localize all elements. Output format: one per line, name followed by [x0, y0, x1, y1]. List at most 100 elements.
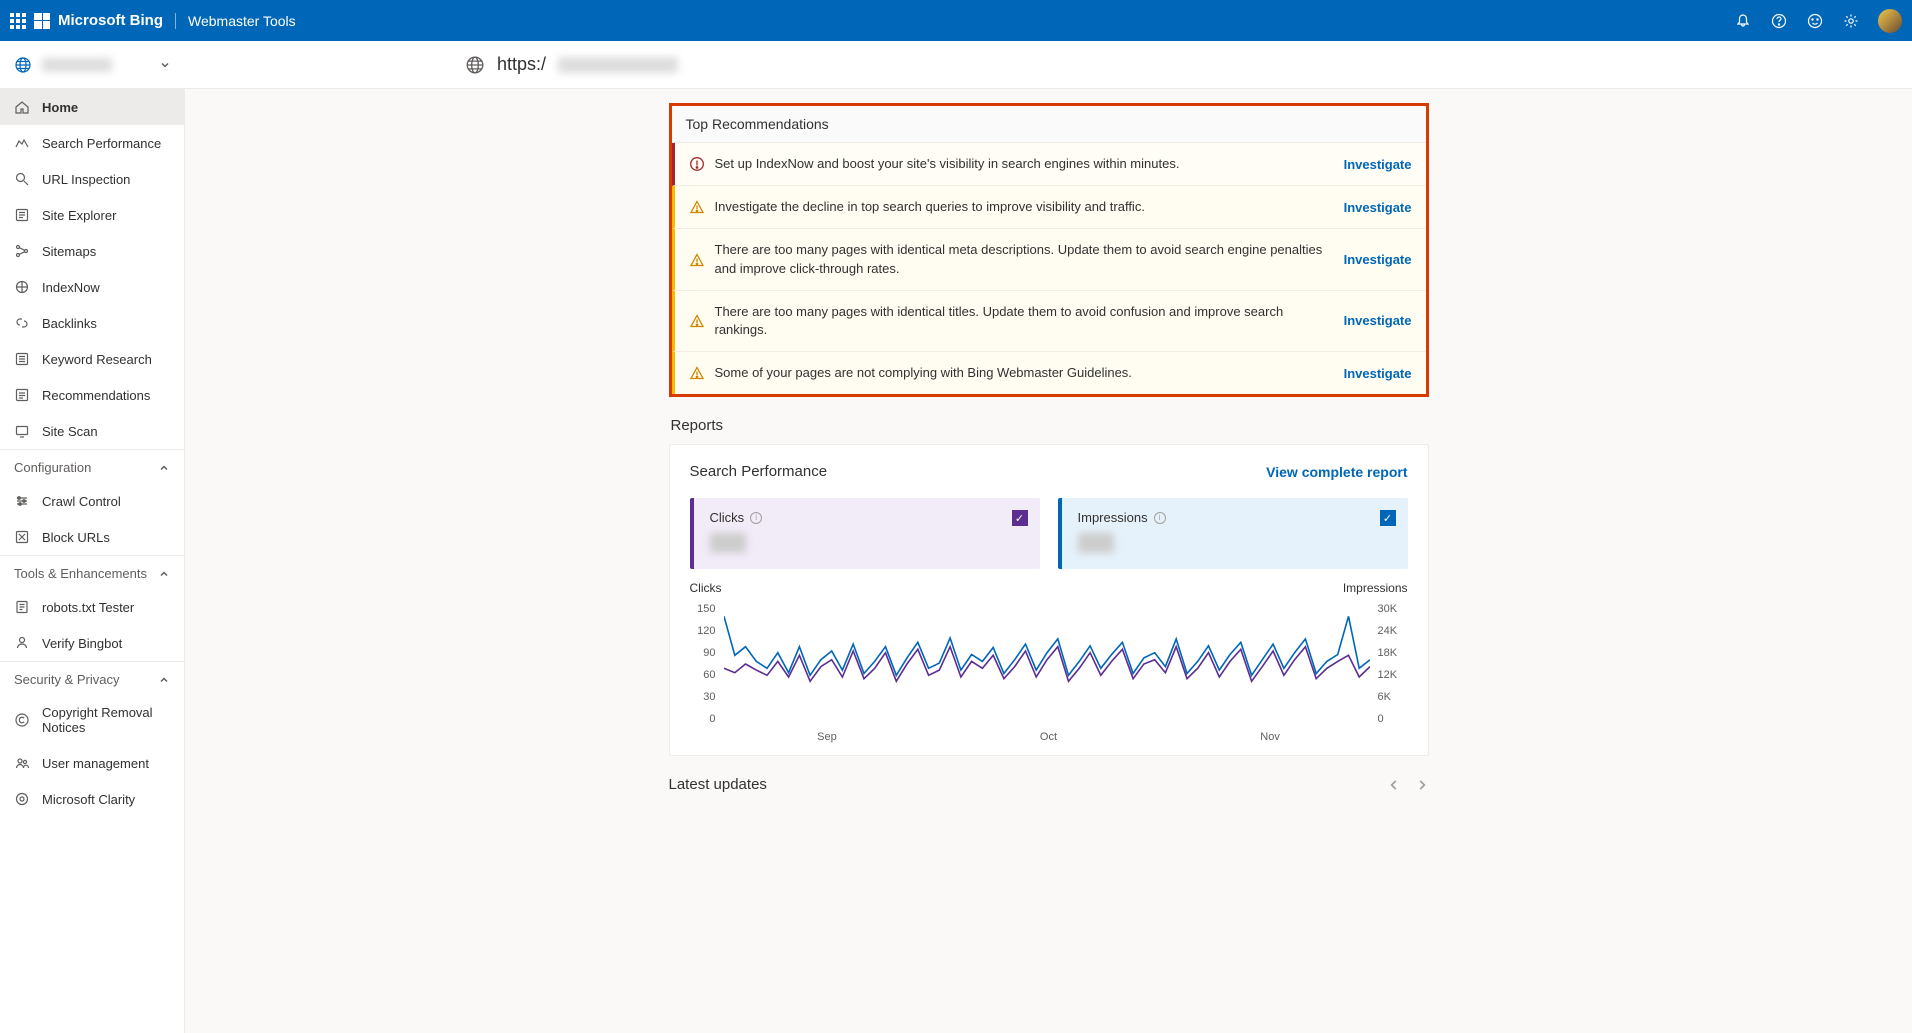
site-selector-bar: https:/	[0, 41, 1912, 89]
sidebar-item-label: URL Inspection	[42, 172, 130, 187]
metric-clicks[interactable]: Clicks i ✓	[690, 498, 1040, 569]
globe-icon	[465, 55, 485, 75]
sidebar-item-robots-txt-tester[interactable]: robots.txt Tester	[0, 589, 184, 625]
chevron-down-icon	[159, 59, 171, 71]
notifications-icon[interactable]	[1734, 12, 1752, 30]
nav-icon	[14, 351, 30, 367]
latest-updates-header: Latest updates	[669, 776, 1429, 793]
sidebar-item-search-performance[interactable]: Search Performance	[0, 125, 184, 161]
nav-icon	[14, 387, 30, 403]
sidebar-item-label: Crawl Control	[42, 494, 121, 509]
sidebar-section-security-privacy[interactable]: Security & Privacy	[0, 661, 184, 695]
sidebar-item-recommendations[interactable]: Recommendations	[0, 377, 184, 413]
sidebar-item-site-scan[interactable]: Site Scan	[0, 413, 184, 449]
recommendation-text: Set up IndexNow and boost your site's vi…	[715, 155, 1334, 173]
y-axis-right: 30K24K18K12K6K0	[1378, 599, 1408, 729]
chevron-up-icon	[158, 674, 170, 686]
brand-label: Microsoft Bing	[58, 12, 163, 29]
nav-icon	[14, 599, 30, 615]
sidebar-item-url-inspection[interactable]: URL Inspection	[0, 161, 184, 197]
product-label: Webmaster Tools	[188, 13, 296, 29]
checkbox-checked-icon[interactable]: ✓	[1380, 510, 1396, 526]
sidebar-item-site-explorer[interactable]: Site Explorer	[0, 197, 184, 233]
top-recommendations-card: Top Recommendations Set up IndexNow and …	[669, 103, 1429, 397]
nav-icon	[14, 529, 30, 545]
impressions-value-redacted	[1078, 533, 1114, 553]
search-performance-title: Search Performance	[690, 463, 828, 480]
impressions-label: Impressions	[1078, 510, 1148, 525]
nav-icon	[14, 243, 30, 259]
recommendation-row: Investigate the decline in top search qu…	[672, 186, 1426, 229]
nav-icon	[14, 99, 30, 115]
recommendation-row: Some of your pages are not complying wit…	[672, 352, 1426, 394]
investigate-link[interactable]: Investigate	[1344, 313, 1412, 328]
section-label: Configuration	[14, 460, 91, 475]
info-icon[interactable]: i	[1154, 512, 1166, 524]
investigate-link[interactable]: Investigate	[1344, 366, 1412, 381]
sidebar-item-label: Keyword Research	[42, 352, 152, 367]
sidebar-item-sitemaps[interactable]: Sitemaps	[0, 233, 184, 269]
checkbox-checked-icon[interactable]: ✓	[1012, 510, 1028, 526]
recommendation-text: Investigate the decline in top search qu…	[715, 198, 1334, 216]
sidebar-item-label: Recommendations	[42, 388, 150, 403]
sidebar-item-home[interactable]: Home	[0, 89, 184, 125]
chevron-up-icon	[158, 462, 170, 474]
help-icon[interactable]	[1770, 12, 1788, 30]
site-dropdown[interactable]	[0, 56, 185, 74]
metric-impressions[interactable]: Impressions i ✓	[1058, 498, 1408, 569]
header-left: Microsoft Bing Webmaster Tools	[10, 12, 296, 29]
recommendation-text: There are too many pages with identical …	[715, 303, 1334, 339]
recommendation-text: There are too many pages with identical …	[715, 241, 1334, 277]
warning-icon	[689, 365, 705, 381]
axis-right-label: Impressions	[1343, 581, 1408, 595]
nav-icon	[14, 423, 30, 439]
user-avatar[interactable]	[1878, 9, 1902, 33]
sidebar-item-crawl-control[interactable]: Crawl Control	[0, 483, 184, 519]
chart-lines	[724, 599, 1370, 729]
investigate-link[interactable]: Investigate	[1344, 252, 1412, 267]
info-icon[interactable]: i	[750, 512, 762, 524]
sidebar-item-label: Block URLs	[42, 530, 110, 545]
sidebar-item-indexnow[interactable]: IndexNow	[0, 269, 184, 305]
sidebar-section-tools-enhancements[interactable]: Tools & Enhancements	[0, 555, 184, 589]
recommendation-row: There are too many pages with identical …	[672, 229, 1426, 290]
top-header: Microsoft Bing Webmaster Tools	[0, 0, 1912, 41]
next-arrow-icon[interactable]	[1415, 778, 1429, 792]
section-label: Security & Privacy	[14, 672, 119, 687]
nav-icon	[14, 755, 30, 771]
sidebar-item-block-urls[interactable]: Block URLs	[0, 519, 184, 555]
sidebar-item-label: User management	[42, 756, 149, 771]
warning-icon	[689, 199, 705, 215]
sidebar-section-configuration[interactable]: Configuration	[0, 449, 184, 483]
sidebar-item-label: Site Explorer	[42, 208, 116, 223]
view-complete-report-link[interactable]: View complete report	[1266, 464, 1407, 480]
recommendation-row: There are too many pages with identical …	[672, 291, 1426, 352]
sidebar-item-label: Sitemaps	[42, 244, 96, 259]
sidebar-item-label: IndexNow	[42, 280, 100, 295]
sidebar-item-copyright-removal-notices[interactable]: Copyright Removal Notices	[0, 695, 184, 745]
sidebar-item-user-management[interactable]: User management	[0, 745, 184, 781]
url-prefix: https:/	[497, 54, 546, 75]
feedback-icon[interactable]	[1806, 12, 1824, 30]
clicks-label: Clicks	[710, 510, 745, 525]
app-launcher-icon[interactable]	[10, 13, 26, 29]
nav-icon	[14, 279, 30, 295]
sidebar-item-backlinks[interactable]: Backlinks	[0, 305, 184, 341]
recommendation-row: Set up IndexNow and boost your site's vi…	[672, 143, 1426, 186]
warning-icon	[689, 252, 705, 268]
sidebar-item-keyword-research[interactable]: Keyword Research	[0, 341, 184, 377]
sidebar-item-label: Backlinks	[42, 316, 97, 331]
sidebar-item-microsoft-clarity[interactable]: Microsoft Clarity	[0, 781, 184, 817]
settings-icon[interactable]	[1842, 12, 1860, 30]
investigate-link[interactable]: Investigate	[1344, 157, 1412, 172]
nav-icon	[14, 635, 30, 651]
investigate-link[interactable]: Investigate	[1344, 200, 1412, 215]
sidebar-item-label: Verify Bingbot	[42, 636, 122, 651]
sidebar-item-label: Search Performance	[42, 136, 161, 151]
nav-icon	[14, 712, 30, 728]
axis-left-label: Clicks	[690, 581, 722, 595]
sidebar-item-label: Home	[42, 100, 78, 115]
prev-arrow-icon[interactable]	[1387, 778, 1401, 792]
sidebar-item-verify-bingbot[interactable]: Verify Bingbot	[0, 625, 184, 661]
globe-icon	[14, 56, 32, 74]
